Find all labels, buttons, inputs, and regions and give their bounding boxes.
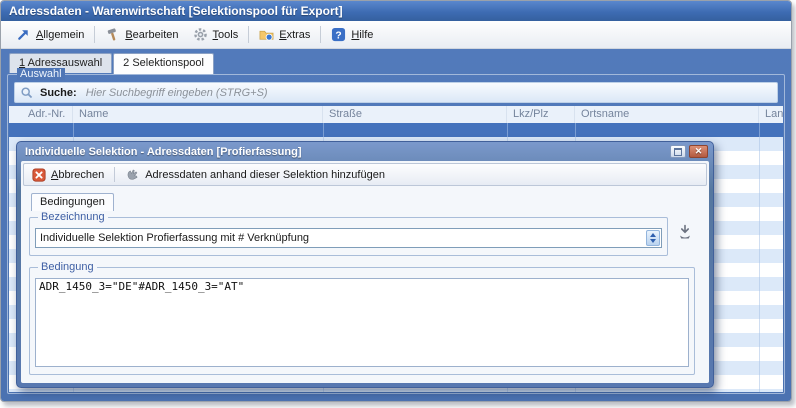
column-divider bbox=[759, 123, 760, 392]
auswahl-group-label: Auswahl bbox=[17, 68, 65, 80]
hand-down-icon[interactable] bbox=[677, 224, 693, 240]
maximize-button[interactable] bbox=[670, 145, 686, 158]
column-header-adrnr[interactable]: Adr.-Nr. bbox=[9, 106, 73, 123]
cancel-label: Abbrechen bbox=[51, 169, 104, 181]
bezeichnung-fieldset: Bezeichnung Individuelle Selektion Profi… bbox=[29, 211, 668, 256]
maximize-icon bbox=[674, 148, 682, 156]
dialog-window-buttons: ✕ bbox=[670, 145, 709, 158]
bedingung-textarea[interactable]: ADR_1450_3="DE"#ADR_1450_3="AT" bbox=[35, 278, 689, 367]
menu-allgemein[interactable]: Allgemein bbox=[9, 24, 91, 45]
bedingung-label: Bedingung bbox=[38, 261, 97, 273]
main-window: Adressdaten - Warenwirtschaft [Selektion… bbox=[0, 0, 792, 402]
column-header-land[interactable]: Land bbox=[759, 106, 783, 123]
bezeichnung-row: Bezeichnung Individuelle Selektion Profi… bbox=[29, 211, 693, 256]
column-header-lkzplz[interactable]: Lkz/Plz bbox=[507, 106, 575, 123]
search-placeholder: Hier Suchbegriff eingeben (STRG+S) bbox=[86, 87, 268, 99]
add-selection-icon bbox=[125, 167, 140, 182]
hammer-icon bbox=[105, 27, 120, 42]
menu-tools[interactable]: Tools bbox=[186, 24, 246, 45]
close-button[interactable]: ✕ bbox=[689, 145, 708, 158]
window-title: Adressdaten - Warenwirtschaft [Selektion… bbox=[9, 4, 343, 18]
spinner-down-icon bbox=[650, 239, 656, 243]
dialog-toolbar: Abbrechen Adressdaten anhand dieser Sele… bbox=[23, 163, 707, 186]
column-header-name[interactable]: Name bbox=[73, 106, 323, 123]
dialog-title: Individuelle Selektion - Adressdaten [Pr… bbox=[25, 146, 301, 158]
menu-bearbeiten[interactable]: Bearbeiten bbox=[98, 24, 185, 45]
cancel-x-icon bbox=[32, 168, 46, 182]
menu-separator bbox=[248, 26, 249, 43]
tab-selektionspool[interactable]: 2 Selektionspool bbox=[113, 53, 214, 74]
add-selection-button[interactable]: Adressdaten anhand dieser Selektion hinz… bbox=[121, 166, 389, 183]
table-header: Adr.-Nr. Name Straße Lkz/Plz Ortsname La… bbox=[9, 106, 783, 124]
cancel-button[interactable]: Abbrechen bbox=[28, 167, 108, 183]
menu-hilfe[interactable]: ? Hilfe bbox=[324, 24, 380, 45]
svg-text:?: ? bbox=[336, 30, 342, 41]
menu-extras[interactable]: Extras bbox=[252, 24, 317, 45]
toolbar-separator bbox=[114, 167, 115, 182]
tab-bedingungen[interactable]: Bedingungen bbox=[31, 193, 114, 211]
help-icon: ? bbox=[331, 27, 346, 42]
bezeichnung-label: Bezeichnung bbox=[38, 211, 108, 223]
bezeichnung-value: Individuelle Selektion Profierfassung mi… bbox=[36, 232, 645, 244]
search-label: Suche: bbox=[40, 87, 77, 99]
column-header-strasse[interactable]: Straße bbox=[323, 106, 507, 123]
menu-label: Allgemein bbox=[36, 29, 84, 41]
selected-row[interactable] bbox=[9, 123, 783, 137]
search-bar[interactable]: Suche: Hier Suchbegriff eingeben (STRG+S… bbox=[14, 82, 778, 103]
menu-label: Bearbeiten bbox=[125, 29, 178, 41]
bezeichnung-combobox[interactable]: Individuelle Selektion Profierfassung mi… bbox=[35, 228, 662, 248]
menu-label: Tools bbox=[213, 29, 239, 41]
bedingung-fieldset: Bedingung ADR_1450_3="DE"#ADR_1450_3="AT… bbox=[29, 261, 695, 375]
window-titlebar: Adressdaten - Warenwirtschaft [Selektion… bbox=[1, 1, 791, 21]
menu-separator bbox=[320, 26, 321, 43]
main-content: 1 Adressauswahl 2 Selektionspool Auswahl… bbox=[1, 49, 791, 401]
menu-label: Hilfe bbox=[351, 29, 373, 41]
selection-dialog: Individuelle Selektion - Adressdaten [Pr… bbox=[16, 141, 714, 388]
folder-icon bbox=[259, 27, 274, 42]
menu-separator bbox=[94, 26, 95, 43]
dialog-titlebar: Individuelle Selektion - Adressdaten [Pr… bbox=[21, 142, 709, 161]
arrow-up-right-icon bbox=[16, 27, 31, 42]
spinner-button[interactable] bbox=[646, 230, 660, 246]
column-header-ortsname[interactable]: Ortsname bbox=[575, 106, 759, 123]
add-selection-label: Adressdaten anhand dieser Selektion hinz… bbox=[145, 169, 385, 181]
dialog-body: Abbrechen Adressdaten anhand dieser Sele… bbox=[21, 161, 709, 383]
menu-label: Extras bbox=[279, 29, 310, 41]
search-icon bbox=[20, 86, 34, 100]
gear-icon bbox=[193, 27, 208, 42]
menubar: Allgemein Bearbeiten Tools Extras ? bbox=[1, 21, 791, 49]
spinner-up-icon bbox=[650, 233, 656, 237]
